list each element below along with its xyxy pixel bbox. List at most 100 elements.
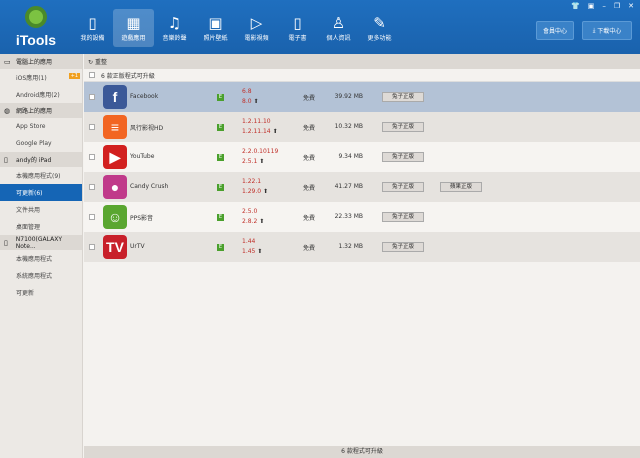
upgrade-button[interactable]: 兔子正版 [382,122,424,132]
sidebar-item-appstore[interactable]: App Store [0,118,82,135]
globe-icon: ◍ [4,106,11,115]
sidebar-item-note-update[interactable]: 可更新 [0,284,82,301]
phone-icon: ▯ [4,238,8,247]
upgrade-arrow-icon: ⬆ [259,218,265,225]
status-bar: 6 款程式可升級 [84,446,640,458]
price: 免費 [303,125,316,132]
section-note[interactable]: ▯ N7100(GALAXY Note... [0,235,82,250]
file-size: 10.32 MB [334,123,363,130]
member-center-button[interactable]: 會員中心 [536,21,574,40]
file-size: 41.27 MB [334,183,363,190]
upgrade-arrow-icon: ⬆ [257,248,263,255]
download-center-button[interactable]: ⤓ 下載中心 [582,21,632,40]
nav-item[interactable]: ♙ 個人資訊 [318,9,359,47]
table-row[interactable]: TV UrTV E 1.44 1.45 ⬆ 免費 1.32 MB 兔子正版 [84,232,640,262]
tablet-icon: ▯ [4,155,8,164]
upgrade-arrow-icon: ⬆ [272,128,278,135]
app-name: PPS影音 [130,215,154,222]
section-ipad[interactable]: ▯ andy的 iPad [0,152,82,167]
refresh-icon: ↻ [88,59,95,66]
nav-icon: ▦ [126,14,141,32]
sidebar-item-ipad-update[interactable]: 可更新(6) [0,184,82,201]
section-pc-apps[interactable]: ▭ 電腦上的應用 [0,54,82,69]
row-checkbox[interactable] [89,154,95,160]
nav-item[interactable]: ▯ 電子書 [277,9,318,47]
table-row[interactable]: ☺ PPS影音 E 2.5.0 2.8.2 ⬆ 免費 22.33 MB 兔子正版 [84,202,640,232]
sidebar-item-android[interactable]: Android應用(2) [0,86,82,103]
sidebar-item-ios[interactable]: iOS應用(1) +1 [0,69,82,86]
section-web-apps[interactable]: ◍ 網路上的應用 [0,103,82,118]
table-row[interactable]: ▶ YouTube E 2.2.0.10119 2.5.1 ⬆ 免費 9.34 M… [84,142,640,172]
table-row[interactable]: f Facebook E 6.8 8.0 ⬆ 免費 39.92 MB 兔子正版 [84,82,640,112]
edition-tag-icon: E [217,124,224,131]
file-size: 9.34 MB [338,153,363,160]
edition-tag-icon: E [217,184,224,191]
price: 免費 [303,215,316,222]
sidebar-item-ipad-local[interactable]: 本機應用程式(9) [0,167,82,184]
price: 免費 [303,185,316,192]
nav-icon: ▣ [208,14,223,32]
app-name: Candy Crush [130,183,169,190]
sidebar: ▭ 電腦上的應用 iOS應用(1) +1 Android應用(2) ◍ 網路上的應用 … [0,54,83,458]
upgrade-arrow-icon: ⬆ [263,188,269,195]
edition-tag-icon: E [217,244,224,251]
sidebar-item-googleplay[interactable]: Google Play [0,135,82,152]
nav-item[interactable]: ▣ 照片壁紙 [195,9,236,47]
row-checkbox[interactable] [89,214,95,220]
version-info: 1.22.1 1.29.0 ⬆ [242,178,269,195]
nav-icon: ▯ [293,14,302,32]
app-name: 风行影视HD [130,125,164,132]
table-row[interactable]: ● Candy Crush E 1.22.1 1.29.0 ⬆ 免費 41.27 … [84,172,640,202]
sidebar-item-note-local[interactable]: 本機應用程式 [0,250,82,267]
nav-item[interactable]: ▷ 電影視頻 [236,9,277,47]
price: 免費 [303,95,316,102]
count-badge: +1 [68,73,80,79]
refresh-button[interactable]: ↻ 重整 [88,57,107,66]
restore-button[interactable]: ❐ [614,2,620,10]
nav-icon: ✎ [373,14,386,32]
file-size: 1.32 MB [338,243,363,250]
row-checkbox[interactable] [89,244,95,250]
app-icon: ▶ [103,145,127,169]
app-list: f Facebook E 6.8 8.0 ⬆ 免費 39.92 MB 兔子正版 ≡… [84,82,640,262]
upgrade-button[interactable]: 兔子正版 [382,152,424,162]
apple-upgrade-button[interactable]: 蘋果正版 [440,182,482,192]
nav-item[interactable]: ♫ 音樂鈴聲 [154,9,195,47]
nav-item[interactable]: ▦ 遊戲應用 [113,9,154,47]
version-info: 1.44 1.45 ⬆ [242,238,263,255]
app-icon: f [103,85,127,109]
upgrade-button[interactable]: 兔子正版 [382,182,424,192]
nav-icon: ♙ [331,14,346,32]
upgrade-arrow-icon: ⬆ [259,158,265,165]
edition-tag-icon: E [217,214,224,221]
nav-item[interactable]: ✎ 更多功能 [359,9,400,47]
nav-item[interactable]: ▯ 我的設備 [72,9,113,47]
edition-tag-icon: E [217,94,224,101]
sidebar-item-desktop[interactable]: 桌面管理 [0,218,82,235]
row-checkbox[interactable] [89,94,95,100]
nav-icon: ♫ [167,14,182,32]
nav-icon: ▯ [88,14,97,32]
select-all-checkbox[interactable] [89,72,95,78]
file-size: 39.92 MB [334,93,363,100]
row-checkbox[interactable] [89,184,95,190]
app-icon: ● [103,175,127,199]
feedback-icon[interactable]: ▣ [588,2,595,10]
close-button[interactable]: ✕ [628,2,634,10]
sidebar-item-note-system[interactable]: 系統應用程式 [0,267,82,284]
price: 免費 [303,245,316,252]
minimize-button[interactable]: – [602,2,606,10]
nav-icon: ▷ [250,14,263,32]
file-size: 22.33 MB [334,213,363,220]
upgrade-button[interactable]: 兔子正版 [382,92,424,102]
upgrade-button[interactable]: 兔子正版 [382,242,424,252]
table-row[interactable]: ≡ 风行影视HD E 1.2.11.10 1.2.11.14 ⬆ 免費 10.32… [84,112,640,142]
skin-icon[interactable]: 👕 [571,2,580,10]
row-checkbox[interactable] [89,124,95,130]
upgrade-button[interactable]: 兔子正版 [382,212,424,222]
app-name: UrTV [130,243,145,250]
header: iTools ▯ 我的設備 ▦ 遊戲應用 ♫ 音樂鈴聲 ▣ 照片壁紙 ▷ 電影視頻 ▯ 電子書 ♙ 個人資… [0,0,640,54]
app-name: Facebook [130,93,159,100]
sidebar-item-file-sharing[interactable]: 文件共用 [0,201,82,218]
app-icon: ≡ [103,115,127,139]
